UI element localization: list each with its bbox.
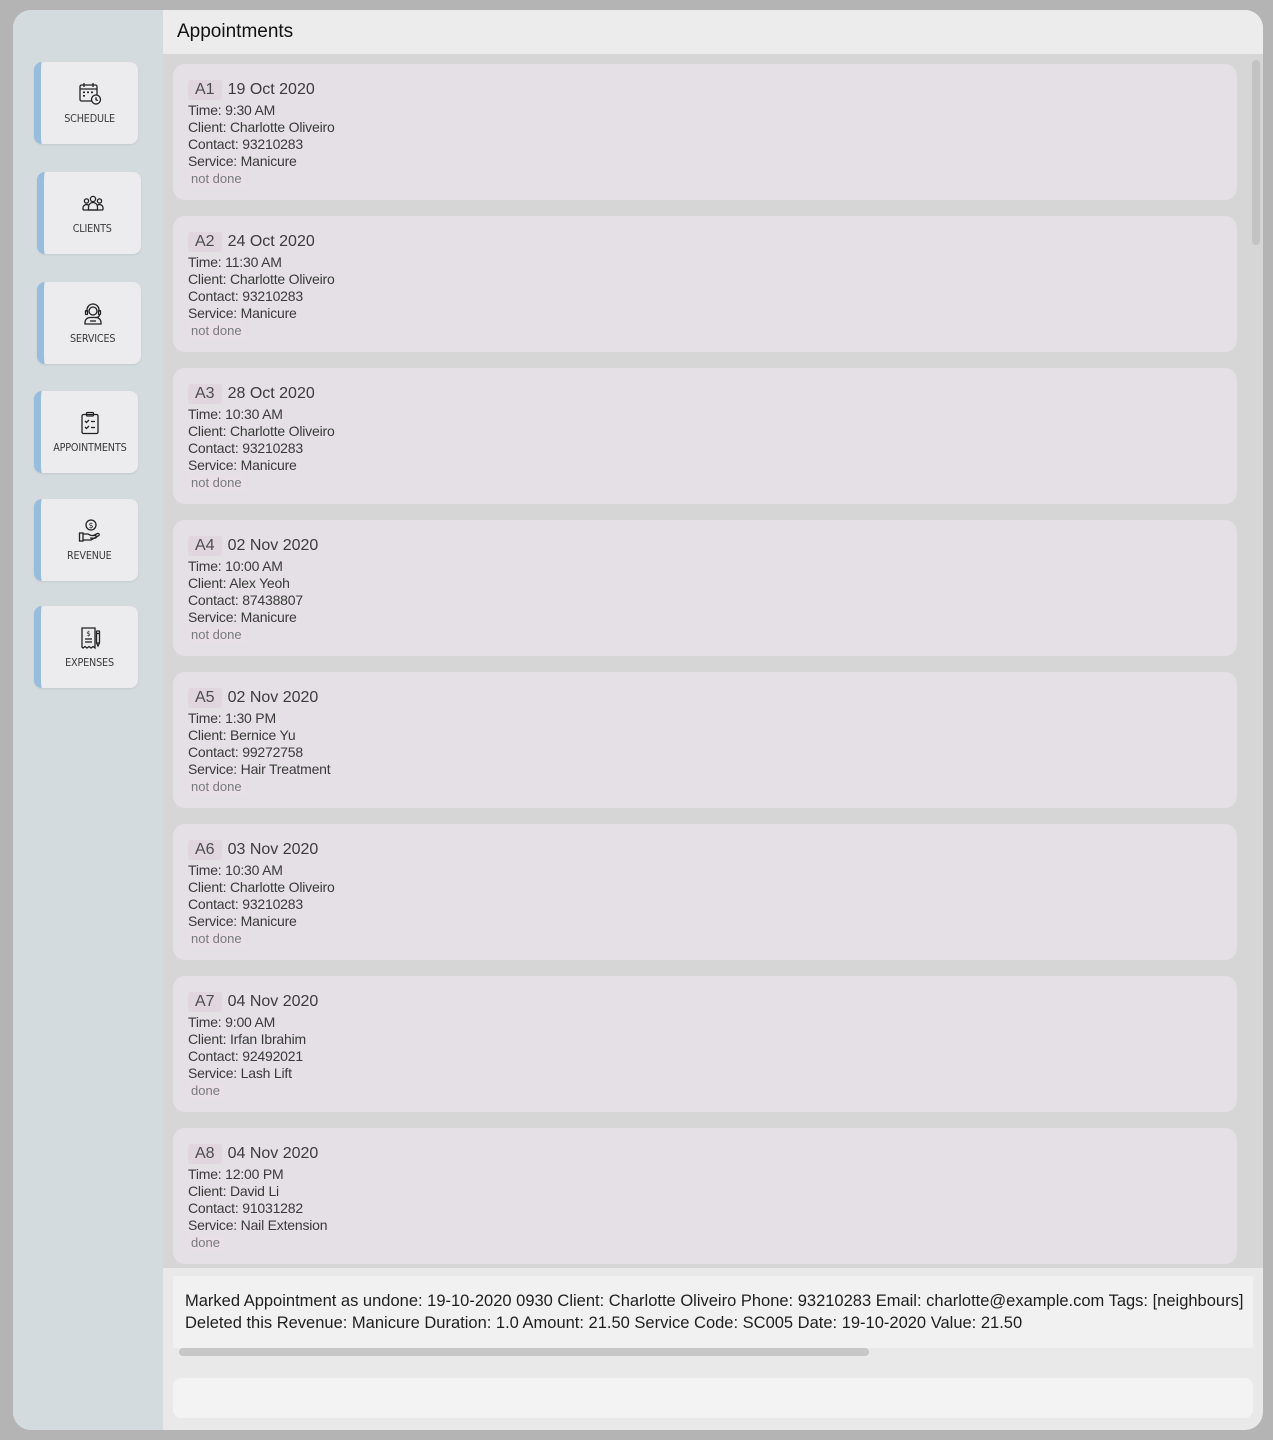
appointment-id: A5 (188, 688, 222, 708)
sidebar-item-label: EXPENSES (65, 657, 114, 669)
appointment-card[interactable]: A5 02 Nov 2020 Time: 1:30 PM Client: Ber… (173, 672, 1237, 808)
sidebar-item-revenue[interactable]: $ REVENUE (34, 499, 138, 581)
appointment-id: A6 (188, 840, 222, 860)
result-line-1: Marked Appointment as undone: 19-10-2020… (185, 1292, 1244, 1310)
list-scrollbar-thumb[interactable] (1252, 60, 1260, 245)
appointment-service: Service: Manicure (188, 305, 297, 321)
result-display: Marked Appointment as undone: 19-10-2020… (173, 1276, 1253, 1356)
appointment-id: A3 (188, 384, 222, 404)
appointment-card[interactable]: A3 28 Oct 2020 Time: 10:30 AM Client: Ch… (173, 368, 1237, 504)
appointment-client: Client: Charlotte Oliveiro (188, 879, 335, 895)
appointment-contact: Contact: 91031282 (188, 1200, 303, 1216)
appointment-contact: Contact: 93210283 (188, 288, 303, 304)
sidebar-item-services[interactable]: SERVICES (37, 282, 141, 364)
appointment-date: 24 Oct 2020 (227, 233, 315, 250)
svg-text:$: $ (86, 630, 90, 638)
appointment-date: 19 Oct 2020 (227, 81, 315, 98)
appointment-time: Time: 10:30 AM (188, 862, 283, 878)
appointment-client: Client: Charlotte Oliveiro (188, 119, 335, 135)
status-badge: not done (188, 626, 245, 643)
main-panel: Appointments A1 19 Oct 2020 Time: 9:30 A… (163, 10, 1263, 1430)
panel-header: Appointments (163, 10, 1263, 54)
appointment-id: A2 (188, 232, 222, 252)
appointment-date: 02 Nov 2020 (227, 537, 319, 554)
appointment-service: Service: Manicure (188, 609, 297, 625)
appointment-card[interactable]: A1 19 Oct 2020 Time: 9:30 AM Client: Cha… (173, 64, 1237, 200)
appointment-time: Time: 9:30 AM (188, 102, 276, 118)
appointment-card[interactable]: A2 24 Oct 2020 Time: 11:30 AM Client: Ch… (173, 216, 1237, 352)
support-agent-icon (83, 303, 102, 325)
appointment-service: Service: Hair Treatment (188, 761, 331, 777)
appointment-id: A8 (188, 1144, 222, 1164)
appointment-time: Time: 11:30 AM (188, 254, 282, 270)
status-badge: done (188, 1082, 223, 1099)
appointment-contact: Contact: 93210283 (188, 440, 303, 456)
appointment-date: 02 Nov 2020 (227, 689, 319, 706)
appointment-contact: Contact: 93210283 (188, 896, 303, 912)
app-window: SCHEDULE CLIENTS SERVICES APPOINTMENTS $… (13, 10, 1263, 1430)
sidebar-item-appointments[interactable]: APPOINTMENTS (34, 391, 138, 473)
appointment-date: 04 Nov 2020 (227, 1145, 319, 1162)
appointment-date: 28 Oct 2020 (227, 385, 315, 402)
hand-dollar-icon: $ (78, 519, 100, 542)
sidebar: SCHEDULE CLIENTS SERVICES APPOINTMENTS $… (13, 10, 163, 1430)
calendar-clock-icon (78, 83, 101, 105)
clipboard-check-icon (80, 411, 99, 435)
svg-text:$: $ (88, 521, 93, 530)
appointment-client: Client: Alex Yeoh (188, 575, 290, 591)
appointment-service: Service: Manicure (188, 913, 297, 929)
appointment-card[interactable]: A7 04 Nov 2020 Time: 9:00 AM Client: Irf… (173, 976, 1237, 1112)
appointment-id: A1 (188, 80, 222, 100)
sidebar-item-label: APPOINTMENTS (52, 442, 127, 454)
appointment-id: A4 (188, 536, 222, 556)
appointment-client: Client: Bernice Yu (188, 727, 296, 743)
sidebar-item-expenses[interactable]: $ EXPENSES (34, 606, 138, 688)
result-horizontal-scrollbar[interactable] (179, 1348, 869, 1356)
sidebar-item-clients[interactable]: CLIENTS (37, 172, 141, 254)
appointment-time: Time: 9:00 AM (188, 1014, 276, 1030)
appointment-date: 03 Nov 2020 (227, 841, 319, 858)
status-badge: not done (188, 170, 245, 187)
appointment-contact: Contact: 93210283 (188, 136, 303, 152)
appointment-time: Time: 10:00 AM (188, 558, 283, 574)
command-input[interactable] (173, 1378, 1253, 1418)
appointment-service: Service: Lash Lift (188, 1065, 292, 1081)
appointment-card[interactable]: A4 02 Nov 2020 Time: 10:00 AM Client: Al… (173, 520, 1237, 656)
appointment-contact: Contact: 87438807 (188, 592, 303, 608)
appointment-client: Client: Charlotte Oliveiro (188, 423, 335, 439)
sidebar-item-schedule[interactable]: SCHEDULE (34, 62, 138, 144)
appointment-id: A7 (188, 992, 222, 1012)
page-title: Appointments (177, 21, 294, 42)
sidebar-item-label: CLIENTS (72, 223, 113, 235)
status-badge: not done (188, 322, 245, 339)
status-badge: not done (188, 778, 245, 795)
people-icon (81, 195, 104, 211)
appointment-service: Service: Manicure (188, 153, 297, 169)
status-badge: not done (188, 930, 245, 947)
status-badge: not done (188, 474, 245, 491)
receipt-icon: $ (80, 627, 100, 650)
sidebar-item-label: SERVICES (69, 333, 116, 345)
appointment-time: Time: 10:30 AM (188, 406, 283, 422)
status-badge: done (188, 1234, 223, 1251)
sidebar-item-label: SCHEDULE (64, 113, 115, 125)
appointment-client: Client: Irfan Ibrahim (188, 1031, 306, 1047)
appointment-date: 04 Nov 2020 (227, 993, 319, 1010)
appointment-client: Client: David Li (188, 1183, 279, 1199)
result-line-2: Deleted this Revenue: Manicure Duration:… (185, 1314, 1023, 1332)
appointment-contact: Contact: 99272758 (188, 744, 303, 760)
appointment-contact: Contact: 92492021 (188, 1048, 303, 1064)
list-scrollbar[interactable] (1249, 54, 1263, 1268)
sidebar-item-label: REVENUE (67, 550, 112, 562)
appointment-client: Client: Charlotte Oliveiro (188, 271, 335, 287)
appointment-card[interactable]: A6 03 Nov 2020 Time: 10:30 AM Client: Ch… (173, 824, 1237, 960)
appointment-time: Time: 1:30 PM (188, 710, 276, 726)
appointment-service: Service: Nail Extension (188, 1217, 328, 1233)
appointment-list[interactable]: A1 19 Oct 2020 Time: 9:30 AM Client: Cha… (163, 54, 1249, 1268)
appointment-card[interactable]: A8 04 Nov 2020 Time: 12:00 PM Client: Da… (173, 1128, 1237, 1264)
appointment-service: Service: Manicure (188, 457, 297, 473)
appointment-time: Time: 12:00 PM (188, 1166, 284, 1182)
